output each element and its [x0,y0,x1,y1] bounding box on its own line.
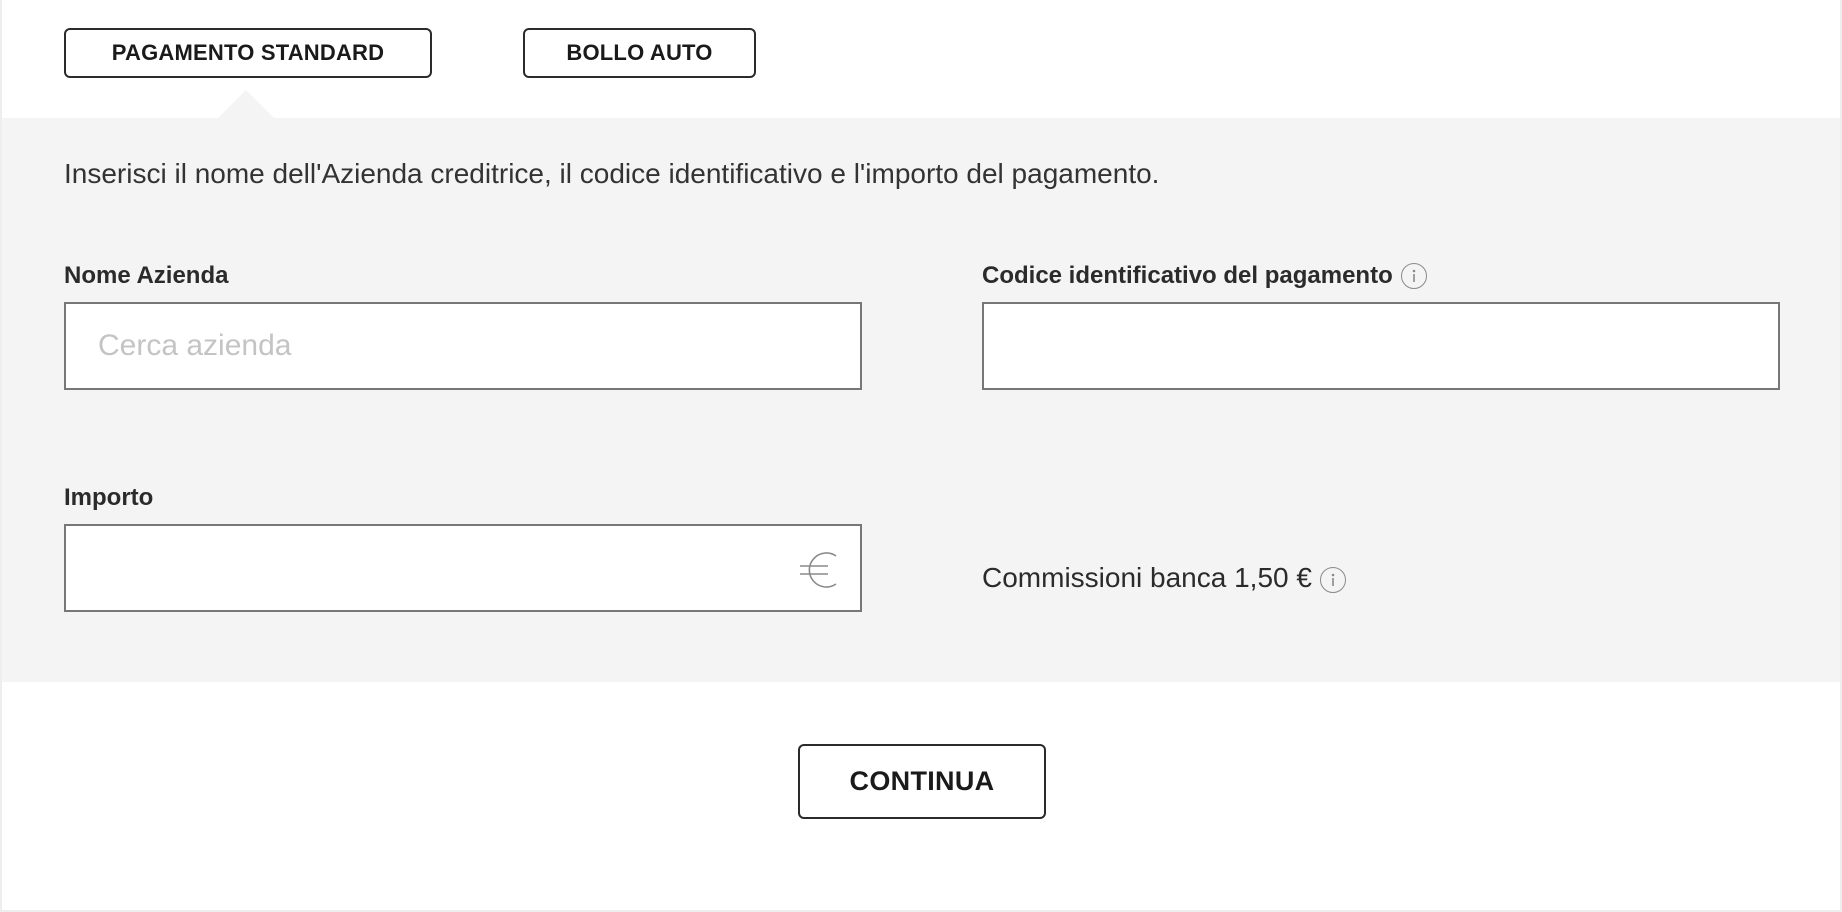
active-tab-pointer [218,90,274,118]
info-icon[interactable] [1319,567,1346,593]
codice-identificativo-label-text: Codice identificativo del pagamento [982,262,1393,289]
nome-azienda-input[interactable] [66,304,860,388]
form-instructions: Inserisci il nome dell'Azienda creditric… [64,158,1160,189]
codice-identificativo-input[interactable] [984,304,1778,388]
nome-azienda-field[interactable] [64,302,862,390]
continua-button[interactable]: CONTINUA [798,744,1046,819]
nome-azienda-label-text: Nome Azienda [64,262,229,289]
commissioni-banca: Commissioni banca 1,50 € [982,562,1346,594]
codice-identificativo-field[interactable] [982,302,1780,390]
info-icon[interactable] [1400,263,1427,289]
euro-icon [800,552,837,588]
payment-form-panel: Inserisci il nome dell'Azienda creditric… [2,90,1840,682]
importo-label-text: Importo [64,484,154,511]
nome-azienda-label: Nome Azienda [64,262,228,290]
importo-field[interactable] [64,524,862,612]
tab-bollo-auto[interactable]: BOLLO AUTO [523,28,756,78]
importo-input[interactable] [66,526,860,610]
importo-label: Importo [64,484,153,512]
payment-page: PAGAMENTO STANDARD BOLLO AUTO Inserisci … [0,0,1842,912]
codice-identificativo-label: Codice identificativo del pagamento [982,262,1427,290]
tab-pagamento-standard[interactable]: PAGAMENTO STANDARD [64,28,432,78]
commissioni-text: Commissioni banca 1,50 € [982,562,1312,593]
